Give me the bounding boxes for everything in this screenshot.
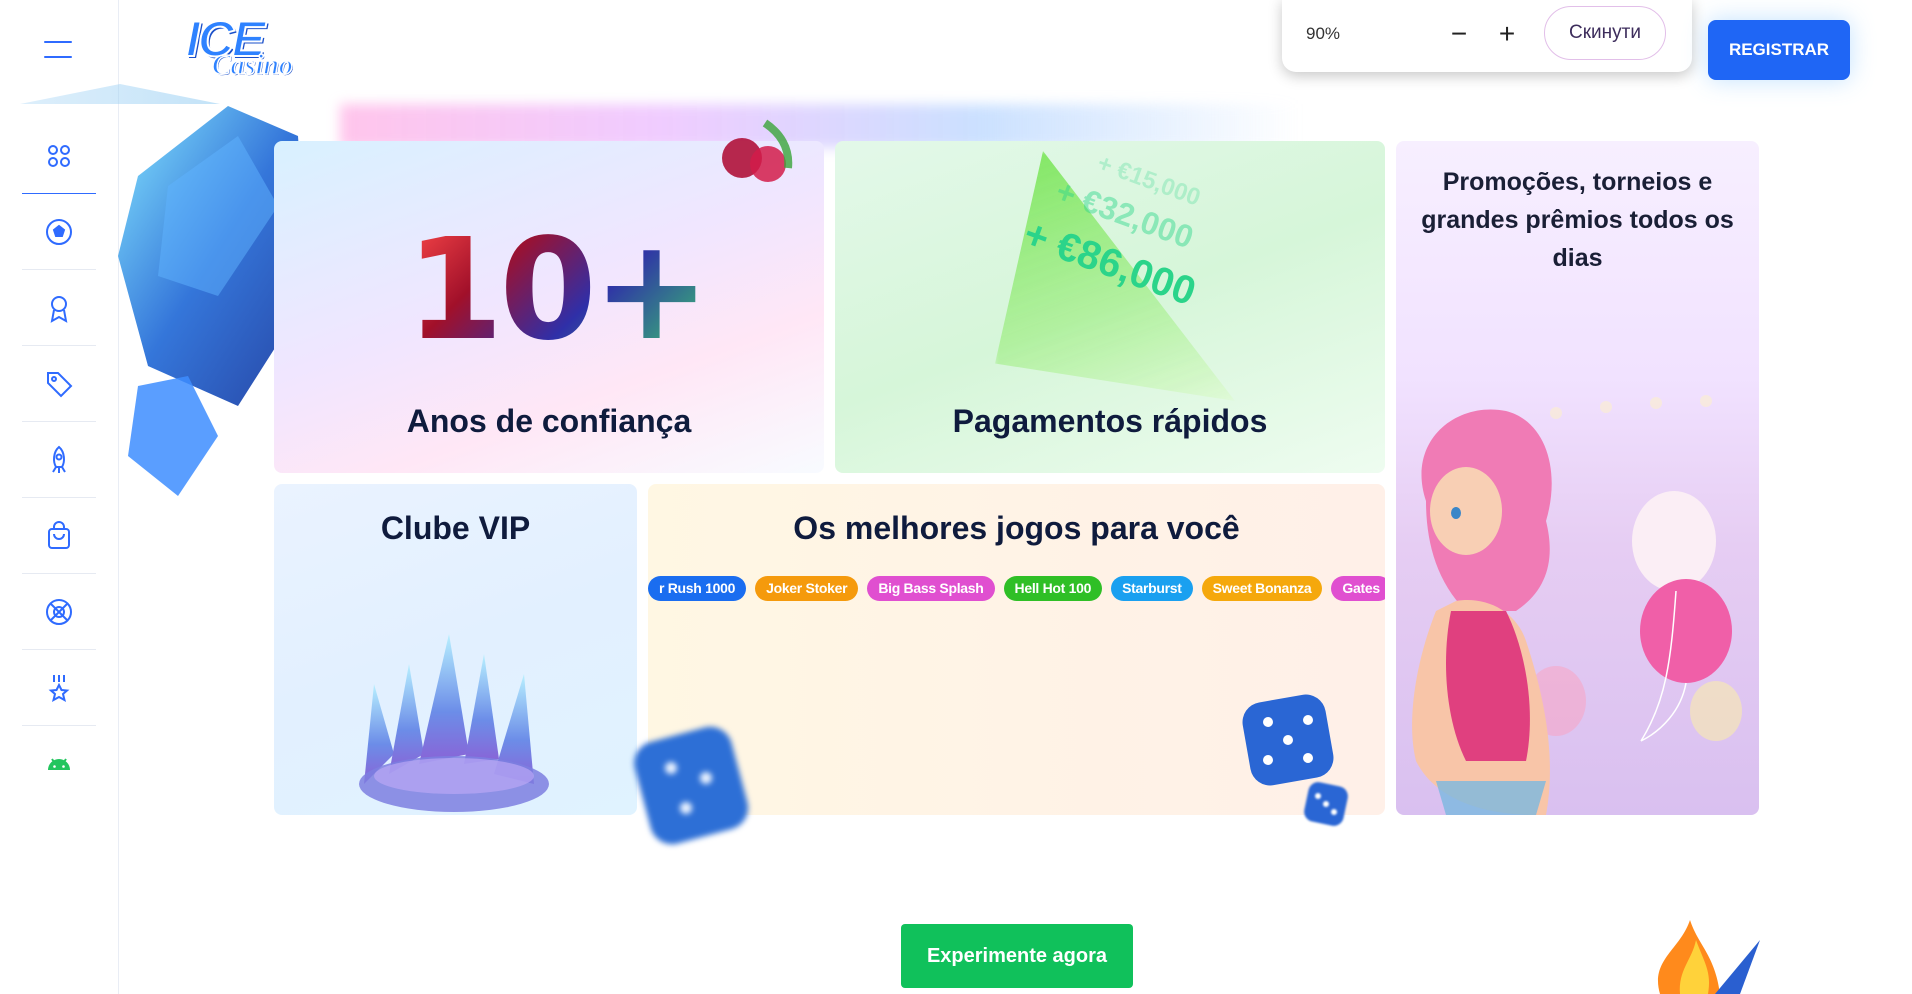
zoom-reset-button[interactable]: Скинути xyxy=(1544,6,1666,60)
try-now-button[interactable]: Experimente agora xyxy=(901,924,1133,988)
game-tags-carousel: r Rush 1000 Joker Stoker Big Bass Splash He… xyxy=(648,576,1385,606)
zoom-level: 90% xyxy=(1306,24,1341,43)
game-tag[interactable]: r Rush 1000 xyxy=(648,576,747,601)
logo-text-casino: Casino xyxy=(211,50,293,81)
sidebar xyxy=(0,0,220,994)
card-payments-title: Pagamentos rápidos xyxy=(952,403,1268,439)
sports-ball-icon xyxy=(46,598,72,625)
card-vip-club[interactable]: Clube VIP xyxy=(274,484,637,815)
promo-character-image xyxy=(1412,395,1742,815)
dice-image-blurred xyxy=(634,726,749,845)
sidebar-item-sports[interactable] xyxy=(22,194,96,270)
shopping-bag-icon xyxy=(48,520,70,549)
award-icon xyxy=(50,295,68,323)
crystal-crown-image xyxy=(359,634,549,812)
sidebar-item-shop[interactable] xyxy=(22,498,96,574)
card-games-title: Os melhores jogos para você xyxy=(793,510,1240,546)
zoom-panel: 90% − + Скинути xyxy=(1282,0,1692,72)
menu-icon[interactable] xyxy=(44,38,72,60)
game-tag[interactable]: Hell Hot 100 xyxy=(1003,576,1103,601)
fire-decoration xyxy=(1657,920,1760,994)
tag-icon xyxy=(47,371,73,397)
small-dice-image xyxy=(1304,782,1348,826)
register-button[interactable]: REGISTRAR xyxy=(1708,20,1850,80)
dice-image xyxy=(1242,694,1334,786)
game-tag[interactable]: Gates xyxy=(1331,576,1385,601)
sidebar-item-promotions[interactable] xyxy=(22,346,96,422)
sidebar-item-crash-games[interactable] xyxy=(22,422,96,498)
medal-icon xyxy=(48,674,70,702)
sidebar-item-vip[interactable] xyxy=(22,650,96,726)
zoom-in-button[interactable]: + xyxy=(1492,20,1522,50)
card-years-title: Anos de confiança xyxy=(406,403,692,439)
android-icon xyxy=(48,757,70,770)
sidebar-nav xyxy=(22,118,96,801)
sidebar-item-android-app[interactable] xyxy=(22,726,96,801)
years-number: 10+ xyxy=(406,209,710,372)
grid-icon xyxy=(48,144,70,167)
game-tag[interactable]: Starburst xyxy=(1111,576,1193,601)
card-promotions[interactable]: Promoções, torneios e grandes prêmios to… xyxy=(1396,141,1759,815)
ice-casino-logo[interactable]: ICE Casino xyxy=(180,13,304,86)
zoom-out-button[interactable]: − xyxy=(1444,20,1474,50)
game-tag[interactable]: Big Bass Splash xyxy=(867,576,995,601)
sidebar-item-tournaments[interactable] xyxy=(22,270,96,346)
cherry-image xyxy=(722,119,793,182)
card-vip-title: Clube VIP xyxy=(380,510,531,546)
card-fast-payments[interactable]: + €15,000 + €32,000 + €86,000 Pagamentos… xyxy=(835,141,1385,473)
rocket-icon xyxy=(52,445,66,473)
soccer-ball-icon xyxy=(46,218,72,245)
sidebar-item-live-sports[interactable] xyxy=(22,574,96,650)
game-tag[interactable]: Sweet Bonanza xyxy=(1201,576,1323,601)
sidebar-item-lobby[interactable] xyxy=(22,118,96,194)
game-tag[interactable]: Joker Stoker xyxy=(755,576,859,601)
